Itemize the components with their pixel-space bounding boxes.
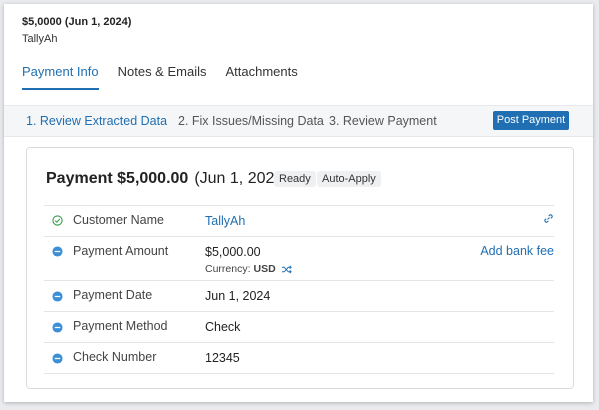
payment-method-value: Check	[205, 320, 241, 334]
field-label-payment-date: Payment Date	[73, 288, 153, 302]
payment-header-title: $5,0000 (Jun 1, 2024)	[22, 16, 132, 28]
payment-title: Payment $5,000.00 (Jun 1, 2024)	[46, 170, 289, 188]
minus-circle-icon	[52, 351, 63, 364]
field-label-check-number: Check Number	[73, 350, 157, 364]
step-review-extracted-data[interactable]: 1. Review Extracted Data	[26, 114, 167, 128]
step-fix-issues[interactable]: 2. Fix Issues/Missing Data	[178, 114, 324, 128]
minus-circle-icon	[52, 289, 63, 302]
workflow-steps: 1. Review Extracted Data 2. Fix Issues/M…	[4, 105, 593, 137]
currency-value: USD	[253, 263, 276, 275]
step-review-payment[interactable]: 3. Review Payment	[329, 114, 437, 128]
table-row-payment-amount: Payment Amount $5,000.00 Currency: USD A…	[44, 236, 554, 280]
currency-line: Currency: USD	[205, 263, 292, 275]
customer-name-link[interactable]: TallyAh	[205, 214, 245, 228]
table-row-customer-name: Customer Name TallyAh	[44, 205, 554, 236]
tab-payment-info[interactable]: Payment Info	[22, 64, 99, 90]
post-payment-button[interactable]: Post Payment	[493, 111, 569, 130]
payment-card: Payment $5,000.00 (Jun 1, 2024) Ready Aut…	[26, 147, 574, 389]
payment-fields-table: Customer Name TallyAh Payment Amount $5,…	[44, 205, 554, 374]
tab-attachments[interactable]: Attachments	[225, 64, 297, 88]
shuffle-icon[interactable]	[281, 264, 292, 275]
add-bank-fee-link[interactable]: Add bank fee	[480, 244, 554, 258]
field-label-customer-name: Customer Name	[73, 213, 164, 227]
tab-notes-emails[interactable]: Notes & Emails	[118, 64, 207, 88]
minus-circle-icon	[52, 244, 63, 257]
tab-bar: Payment Info Notes & Emails Attachments	[22, 64, 317, 92]
field-label-payment-method: Payment Method	[73, 319, 168, 333]
payment-date-value: Jun 1, 2024	[205, 289, 271, 303]
table-row-check-number: Check Number 12345	[44, 342, 554, 374]
payment-title-amount: Payment $5,000.00	[46, 170, 189, 187]
payment-amount-value: $5,000.00	[205, 245, 261, 259]
auto-apply-badge: Auto-Apply	[317, 171, 381, 187]
check-circle-icon	[52, 213, 63, 226]
payment-panel: $5,0000 (Jun 1, 2024) TallyAh Payment In…	[4, 4, 593, 402]
table-row-payment-date: Payment Date Jun 1, 2024	[44, 280, 554, 311]
minus-circle-icon	[52, 320, 63, 333]
table-row-payment-method: Payment Method Check	[44, 311, 554, 342]
link-icon[interactable]	[543, 213, 554, 224]
payment-header-customer: TallyAh	[22, 33, 58, 45]
field-label-payment-amount: Payment Amount	[73, 244, 169, 258]
currency-label: Currency:	[205, 263, 251, 275]
check-number-value: 12345	[205, 351, 240, 365]
status-badge: Ready	[274, 171, 316, 187]
